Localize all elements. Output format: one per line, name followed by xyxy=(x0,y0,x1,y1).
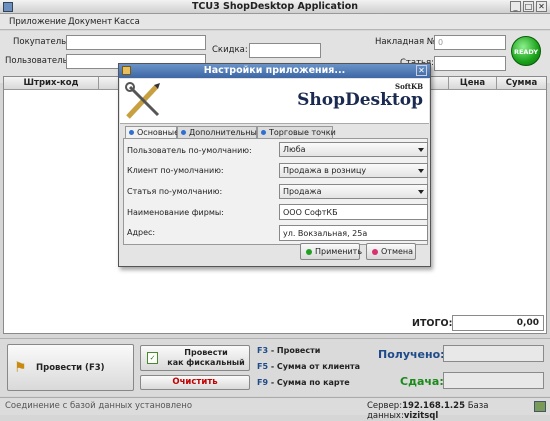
received-input[interactable] xyxy=(443,345,544,362)
fiscal-label-2: как фискальный xyxy=(167,358,245,367)
default-client-select[interactable]: Продажа в розницу xyxy=(279,163,428,178)
fiscal-label-1: Провести xyxy=(184,348,228,357)
chevron-down-icon xyxy=(418,190,424,194)
default-client-label: Клиент по-умолчанию: xyxy=(127,166,224,175)
fiscal-post-button[interactable]: ✓ Провести как фискальный xyxy=(140,345,250,371)
tab-advanced[interactable]: Дополнительные xyxy=(177,126,262,138)
menu-bar: Приложение Документ Касса xyxy=(0,14,550,30)
chevron-down-icon xyxy=(418,169,424,173)
hotkey-f3: F3 - Провести xyxy=(257,346,321,355)
address-field[interactable]: ул. Вокзальная, 25а xyxy=(279,225,428,241)
chevron-down-icon xyxy=(418,148,424,152)
change-input[interactable] xyxy=(443,372,544,389)
settings-dialog: Настройки приложения... ✕ SoftKB ShopDes… xyxy=(118,63,431,267)
cash-icon: ⚑ xyxy=(14,360,27,376)
server-info: Сервер:192.168.1.25 База данных:vizitsql xyxy=(367,401,489,421)
user-label: Пользователь: xyxy=(5,56,71,66)
menu-item-cash[interactable]: Касса xyxy=(114,17,140,27)
menu-item-document[interactable]: Документ xyxy=(68,17,112,27)
address-label: Адрес: xyxy=(127,228,156,237)
clear-button[interactable]: Очистить xyxy=(140,375,250,390)
buyer-label: Покупатель: xyxy=(13,37,70,47)
brand-logo: ShopDesktop xyxy=(297,90,423,110)
apply-button[interactable]: Применить xyxy=(300,243,362,260)
dialog-title: Настройки приложения... xyxy=(203,65,346,76)
tools-icon xyxy=(125,82,160,119)
column-header-barcode[interactable]: Штрих-код xyxy=(4,77,99,90)
dialog-close-button[interactable]: ✕ xyxy=(416,65,427,76)
company-name-label: Наименование фирмы: xyxy=(127,208,224,217)
received-label: Получено: xyxy=(378,348,445,361)
company-name-field[interactable]: ООО СофтКБ xyxy=(279,204,428,220)
cancel-icon xyxy=(372,249,378,255)
dialog-banner: SoftKB ShopDesktop xyxy=(120,79,429,124)
column-header-sum[interactable]: Сумма xyxy=(497,77,546,90)
default-user-select[interactable]: Люба xyxy=(279,142,428,157)
default-article-label: Статья по-умолчанию: xyxy=(127,187,223,196)
apply-icon xyxy=(306,249,312,255)
invoice-label: Накладная №: xyxy=(375,37,439,47)
tab-points-of-sale[interactable]: Торговые точки xyxy=(257,126,336,138)
status-bar: Соединение с базой данных установлено Се… xyxy=(0,397,550,421)
maximize-button[interactable]: □ xyxy=(523,1,534,12)
hotkey-f9: F9 - Сумма по карте xyxy=(257,378,350,387)
column-header-price[interactable]: Цена xyxy=(449,77,497,90)
cancel-button[interactable]: Отмена xyxy=(366,243,416,260)
settings-panel: Пользователь по-умолчанию: Люба Клиент п… xyxy=(123,138,428,245)
window-titlebar: TCU3 ShopDesktop Application _ □ ✕ xyxy=(0,0,550,14)
invoice-input[interactable]: 0 xyxy=(434,35,506,50)
discount-input[interactable] xyxy=(249,43,321,58)
window-title: TCU3 ShopDesktop Application xyxy=(191,1,359,12)
dialog-titlebar: Настройки приложения... ✕ xyxy=(119,64,430,78)
buyer-input[interactable] xyxy=(66,35,206,50)
hotkey-f5: F5 - Сумма от клиента xyxy=(257,362,361,371)
connection-status: Соединение с базой данных установлено xyxy=(5,401,193,411)
total-label: ИТОГО: xyxy=(412,318,453,329)
post-button[interactable]: ⚑ Провести (F3) xyxy=(7,344,134,391)
change-label: Сдача: xyxy=(400,375,444,388)
menu-item-application[interactable]: Приложение xyxy=(9,17,66,27)
document-icon: ✓ xyxy=(147,352,158,364)
article-input[interactable] xyxy=(434,56,506,71)
default-user-label: Пользователь по-умолчанию: xyxy=(127,146,252,155)
ready-indicator: READY xyxy=(511,36,541,66)
post-button-label: Провести (F3) xyxy=(36,363,105,373)
discount-label: Скидка: xyxy=(212,45,248,55)
network-icon xyxy=(534,401,546,412)
close-button[interactable]: ✕ xyxy=(536,1,547,12)
total-value: 0,00 xyxy=(452,315,544,331)
minimize-button[interactable]: _ xyxy=(510,1,521,12)
default-article-select[interactable]: Продажа xyxy=(279,184,428,199)
